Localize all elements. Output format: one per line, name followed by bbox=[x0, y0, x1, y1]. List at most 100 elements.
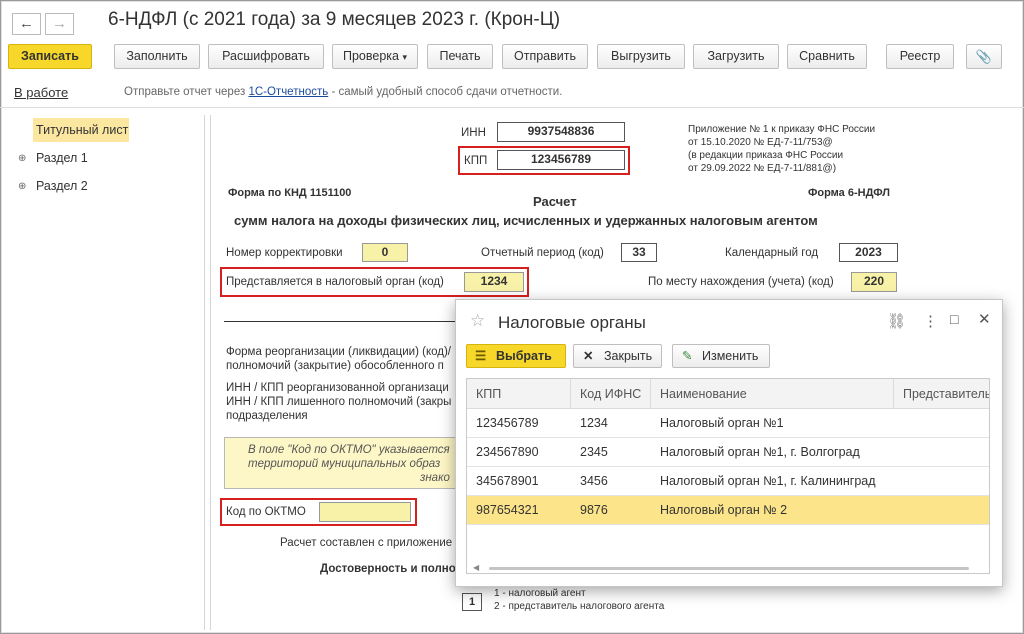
location-label: По месту нахождения (учета) (код) bbox=[648, 276, 834, 288]
kpp-highlight bbox=[458, 146, 630, 175]
inn-kpp-label-2: ИНН / КПП лишенного полномочий (закры bbox=[226, 396, 452, 408]
inn-kpp-label-1: ИНН / КПП реорганизованной организаци bbox=[226, 382, 449, 394]
oktmo-note-line-3: знако bbox=[420, 472, 450, 484]
window-title: 6-НДФЛ (с 2021 года) за 9 месяцев 2023 г… bbox=[108, 9, 561, 30]
edit-label: Изменить bbox=[702, 349, 759, 363]
appendix-line-4: от 29.09.2022 № ЕД-7-11/881@) bbox=[688, 163, 837, 174]
scroll-left-icon[interactable]: ◀ bbox=[473, 563, 479, 572]
appendix-line-1: Приложение № 1 к приказу ФНС России bbox=[688, 124, 876, 135]
year-label: Календарный год bbox=[725, 247, 819, 259]
appendix-line-3: (в редакции приказа ФНС России bbox=[688, 150, 844, 161]
table-row-selected[interactable]: 987654321 9876 Налоговый орган № 2 bbox=[467, 496, 989, 525]
appendix-line-2: от 15.10.2020 № ЕД-7-11/753@ bbox=[688, 137, 833, 148]
splitter[interactable] bbox=[210, 115, 211, 630]
reporting-link[interactable]: 1С-Отчетность bbox=[248, 86, 328, 98]
reorg-label-2: полномочий (закрытие) обособленного п bbox=[226, 360, 444, 372]
cell-name: Налоговый орган №1, г. Волгоград bbox=[660, 445, 860, 459]
decode-button[interactable]: Расшифровать bbox=[208, 44, 324, 69]
sidebar-item-section-1[interactable]: Раздел 1 bbox=[36, 151, 88, 165]
oktmo-note-line-2: территорий муниципальных образ bbox=[248, 458, 441, 470]
column-representative[interactable]: Представитель bbox=[894, 379, 989, 409]
close-icon[interactable]: ✕ bbox=[978, 310, 991, 328]
cell-name: Налоговый орган №1, г. Калининград bbox=[660, 474, 876, 488]
arrow-left-icon: ← bbox=[19, 15, 34, 32]
select-label: Выбрать bbox=[496, 349, 552, 363]
arrow-right-icon: → bbox=[52, 15, 67, 32]
tax-authorities-table: КПП Код ИФНС Наименование Представитель … bbox=[466, 378, 990, 574]
cell-kpp: 123456789 bbox=[476, 416, 539, 430]
table-row[interactable]: 234567890 2345 Налоговый орган №1, г. Во… bbox=[467, 438, 989, 467]
tax-authorities-dialog: ☆ Налоговые органы ⛓ ⋮ □ ✕ ☰ Выбрать ✕ З… bbox=[455, 299, 1003, 587]
column-kpp[interactable]: КПП bbox=[467, 379, 571, 409]
column-name[interactable]: Наименование bbox=[651, 379, 894, 409]
table-row[interactable]: 123456789 1234 Налоговый орган №1 bbox=[467, 409, 989, 438]
close-button[interactable]: ✕ Закрыть bbox=[573, 344, 662, 368]
registry-button[interactable]: Реестр bbox=[886, 44, 954, 69]
cell-kpp: 345678901 bbox=[476, 474, 539, 488]
form-subtitle: сумм налога на доходы физических лиц, ис… bbox=[234, 213, 818, 228]
select-icon: ☰ bbox=[475, 349, 487, 363]
cell-code: 3456 bbox=[580, 474, 608, 488]
compare-button[interactable]: Сравнить bbox=[787, 44, 867, 69]
separator-line bbox=[224, 321, 456, 322]
signer-field[interactable]: 1 bbox=[462, 593, 482, 611]
divider bbox=[0, 107, 1024, 108]
signer-option-2: 2 - представитель налогового агента bbox=[494, 601, 665, 612]
chevron-down-icon: ▾ bbox=[402, 52, 407, 62]
signer-option-1: 1 - налоговый агент bbox=[494, 588, 586, 599]
forward-button[interactable]: → bbox=[45, 13, 74, 35]
fill-button[interactable]: Заполнить bbox=[114, 44, 200, 69]
hint-prefix: Отправьте отчет через bbox=[124, 86, 246, 98]
horizontal-scrollbar[interactable] bbox=[489, 567, 969, 570]
dialog-title: Налоговые органы bbox=[498, 313, 646, 332]
location-field[interactable]: 220 bbox=[851, 272, 897, 292]
link-icon[interactable]: ⛓ bbox=[887, 312, 906, 330]
print-button[interactable]: Печать bbox=[427, 44, 493, 69]
back-button[interactable]: ← bbox=[12, 13, 41, 35]
oktmo-highlight bbox=[220, 498, 417, 526]
sidebar-item-section-2[interactable]: Раздел 2 bbox=[36, 179, 88, 193]
expand-icon[interactable]: ⊕ bbox=[18, 153, 26, 164]
export-button[interactable]: Выгрузить bbox=[597, 44, 685, 69]
star-icon[interactable]: ☆ bbox=[470, 311, 485, 331]
attach-button[interactable]: 📎 bbox=[966, 44, 1002, 69]
knd-label: Форма по КНД 1151100 bbox=[228, 187, 352, 199]
edit-button[interactable]: ✎ Изменить bbox=[672, 344, 770, 368]
send-button[interactable]: Отправить bbox=[502, 44, 588, 69]
import-button[interactable]: Загрузить bbox=[693, 44, 779, 69]
expand-icon[interactable]: ⊕ bbox=[18, 181, 26, 192]
cell-name: Налоговый орган №1 bbox=[660, 416, 784, 430]
period-field[interactable]: 33 bbox=[621, 243, 657, 262]
compiled-label: Расчет составлен с приложение bbox=[280, 537, 453, 549]
cell-code: 2345 bbox=[580, 445, 608, 459]
cell-code: 9876 bbox=[580, 503, 608, 517]
check-label: Проверка bbox=[342, 49, 399, 63]
table-header: КПП Код ИФНС Наименование Представитель bbox=[467, 379, 989, 409]
tax-org-highlight bbox=[220, 267, 529, 297]
reorg-label-1: Форма реорганизации (ликвидации) (код)/ bbox=[226, 346, 451, 358]
sidebar-item-title-page[interactable]: Титульный лист bbox=[36, 123, 128, 137]
reliability-label: Достоверность и полно bbox=[320, 563, 456, 575]
cell-kpp: 234567890 bbox=[476, 445, 539, 459]
paperclip-icon: 📎 bbox=[975, 49, 993, 64]
table-row[interactable]: 345678901 3456 Налоговый орган №1, г. Ка… bbox=[467, 467, 989, 496]
select-button[interactable]: ☰ Выбрать bbox=[466, 344, 566, 368]
check-button[interactable]: Проверка ▾ bbox=[332, 44, 418, 69]
correction-field[interactable]: 0 bbox=[362, 243, 408, 262]
cell-code: 1234 bbox=[580, 416, 608, 430]
close-x-icon: ✕ bbox=[583, 349, 594, 363]
record-button[interactable]: Записать bbox=[8, 44, 92, 69]
cell-name: Налоговый орган № 2 bbox=[660, 503, 788, 517]
inn-field[interactable]: 9937548836 bbox=[497, 122, 625, 142]
hint-suffix: - самый удобный способ сдачи отчетности. bbox=[331, 86, 563, 98]
column-ifns-code[interactable]: Код ИФНС bbox=[571, 379, 651, 409]
status-hint: Отправьте отчет через 1С-Отчетность - са… bbox=[124, 86, 562, 98]
year-field[interactable]: 2023 bbox=[839, 243, 898, 262]
close-label: Закрыть bbox=[604, 349, 653, 363]
oktmo-note-line-1: В поле "Код по ОКТМО" указывается bbox=[248, 444, 450, 456]
maximize-icon[interactable]: □ bbox=[950, 311, 958, 327]
status-link[interactable]: В работе bbox=[14, 85, 68, 100]
pencil-icon: ✎ bbox=[682, 349, 693, 363]
more-icon[interactable]: ⋮ bbox=[923, 312, 938, 330]
inn-label: ИНН bbox=[461, 127, 486, 139]
